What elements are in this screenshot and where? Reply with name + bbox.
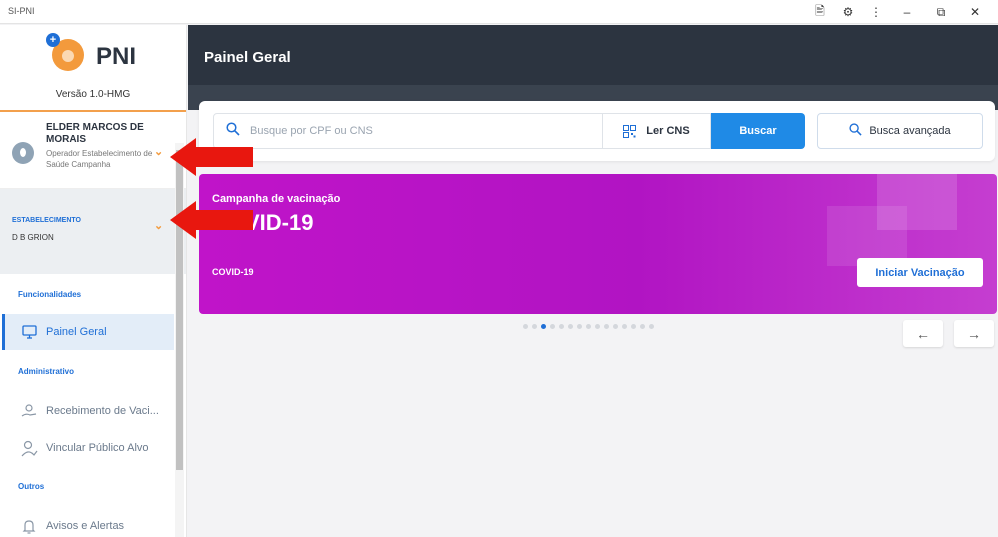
main-content: Painel Geral Busque por CPF ou CNS Ler C… (188, 25, 998, 537)
carousel-dot[interactable] (577, 324, 582, 329)
search-input[interactable]: Busque por CPF ou CNS (213, 113, 603, 149)
qr-code-icon (623, 124, 637, 138)
section-administrativo: Administrativo (18, 367, 75, 376)
carousel-dot[interactable] (595, 324, 600, 329)
hand-drop-icon (20, 402, 38, 420)
busca-avancada-button[interactable]: Busca avançada (817, 113, 983, 149)
carousel-dot[interactable] (649, 324, 654, 329)
buscar-button[interactable]: Buscar (711, 113, 805, 149)
carousel-dot[interactable] (541, 324, 546, 329)
logo-text: PNI (96, 43, 137, 70)
sidebar-item-avisos[interactable]: Avisos e Alertas (2, 508, 174, 537)
window-title: SI-PNI (8, 6, 35, 16)
carousel-dot[interactable] (532, 324, 537, 329)
search-icon (849, 123, 862, 139)
carousel-dot[interactable] (622, 324, 627, 329)
banner-decoration (827, 206, 907, 266)
establishment-selector[interactable]: ESTABELECIMENTO D B GRION ⌄ (0, 189, 186, 274)
carousel-next-button[interactable]: → (954, 320, 994, 347)
search-placeholder: Busque por CPF ou CNS (250, 125, 373, 137)
carousel-dot[interactable] (640, 324, 645, 329)
sidebar-item-label: Painel Geral (46, 326, 107, 338)
close-icon[interactable]: ✕ (958, 3, 992, 21)
translate-icon[interactable]: 🖹 (806, 3, 834, 21)
carousel-indicators (523, 324, 654, 329)
user-name: ELDER MARCOS DE MORAIS (46, 122, 144, 145)
campaign-banner: Campanha de vacinação COVID-19 COVID-19 … (199, 174, 997, 314)
carousel-dot[interactable] (550, 324, 555, 329)
logo-area: + PNI Versão 1.0-HMG (0, 25, 186, 112)
sidebar-item-recebimento[interactable]: Recebimento de Vaci... (2, 393, 174, 429)
chevron-down-icon[interactable]: ⌄ (154, 145, 163, 158)
chevron-down-icon[interactable]: ⌄ (154, 219, 163, 232)
user-avatar (12, 142, 34, 164)
user-role: Operador Estabelecimento de Saúde Campan… (46, 149, 153, 169)
sidebar-item-label: Vincular Público Alvo (46, 442, 149, 454)
busca-avancada-label: Busca avançada (869, 125, 951, 137)
search-card: Busque por CPF ou CNS Ler CNS Buscar Bus… (199, 101, 995, 161)
sidebar-item-vincular[interactable]: Vincular Público Alvo (2, 430, 174, 466)
extensions-icon[interactable]: ⚙ (834, 3, 862, 21)
minimize-icon[interactable]: – (890, 3, 924, 21)
ler-cns-button[interactable]: Ler CNS (603, 113, 711, 149)
monitor-icon (20, 323, 38, 341)
sidebar-item-label: Recebimento de Vaci... (46, 405, 159, 417)
sidebar-item-label: Avisos e Alertas (46, 520, 125, 532)
page-title: Painel Geral (204, 49, 291, 66)
restore-icon[interactable]: ⧉ (924, 3, 958, 21)
section-outros: Outros (18, 482, 45, 491)
logo-plus-icon: + (46, 33, 60, 47)
sidebar-item-painel-geral[interactable]: Painel Geral (2, 314, 174, 350)
sidebar-scrollbar-thumb[interactable] (176, 150, 183, 470)
carousel-dot[interactable] (586, 324, 591, 329)
ler-cns-label: Ler CNS (646, 125, 690, 137)
carousel-dot[interactable] (631, 324, 636, 329)
user-card[interactable]: ELDER MARCOS DE MORAIS Operador Estabele… (0, 112, 186, 189)
carousel-dot[interactable] (523, 324, 528, 329)
carousel-dot[interactable] (604, 324, 609, 329)
bell-icon (20, 517, 38, 535)
establishment-value: D B GRION (12, 233, 54, 242)
sidebar: + PNI Versão 1.0-HMG ELDER MARCOS DE MOR… (0, 25, 187, 537)
section-funcionalidades: Funcionalidades (18, 290, 82, 299)
carousel-dot[interactable] (613, 324, 618, 329)
user-check-icon (20, 439, 38, 457)
annotation-arrow-icon (170, 138, 253, 176)
establishment-label: ESTABELECIMENTO (12, 217, 81, 224)
window-titlebar: SI-PNI 🖹 ⚙ ⋮ – ⧉ ✕ (0, 0, 998, 24)
menu-dots-icon[interactable]: ⋮ (862, 3, 890, 21)
iniciar-vacinacao-button[interactable]: Iniciar Vacinação (857, 258, 983, 287)
carousel-prev-button[interactable]: ← (903, 320, 943, 347)
carousel-dot[interactable] (559, 324, 564, 329)
version-label: Versão 1.0-HMG (55, 89, 131, 100)
annotation-arrow-icon (170, 201, 253, 239)
page-header: Painel Geral (188, 25, 998, 110)
carousel-dot[interactable] (568, 324, 573, 329)
banner-tag: COVID-19 (212, 267, 254, 277)
